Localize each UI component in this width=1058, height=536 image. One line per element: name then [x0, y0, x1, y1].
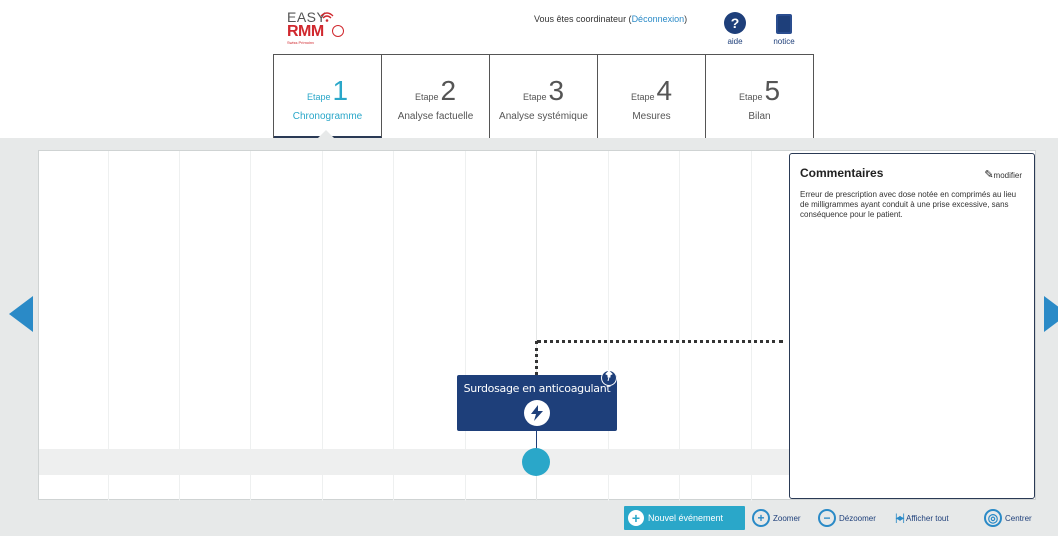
center-button[interactable]: ◎ Centrer — [984, 506, 1032, 530]
tab-etape-3[interactable]: Etape 3 Analyse systémique — [490, 55, 598, 139]
notice-button[interactable]: notice — [764, 12, 804, 46]
center-label: Centrer — [1005, 513, 1032, 523]
bottom-toolbar: + Nouvel événement + Zoomer − Dézoomer |… — [0, 506, 1058, 530]
comments-text: Erreur de prescription avec dose notée e… — [800, 190, 1017, 219]
tab-step-name: Mesures — [632, 111, 671, 122]
app-logo: EASY RMM Swiss Primoinv — [287, 10, 347, 50]
user-status-text: Vous êtes coordinateur ( — [534, 14, 632, 24]
lightning-glyph — [531, 405, 543, 421]
timeline-band — [39, 449, 789, 475]
fit-width-icon: |◂ ▸| — [895, 512, 905, 524]
tab-step-number: 5 — [764, 75, 781, 106]
book-icon — [776, 14, 792, 34]
tab-step-heading: Etape 1 — [274, 75, 381, 105]
tab-step-number: 1 — [332, 75, 349, 106]
tab-step-heading: Etape 3 — [490, 75, 597, 105]
tab-etape-2[interactable]: Etape 2 Analyse factuelle — [382, 55, 490, 139]
tab-step-number: 4 — [656, 75, 673, 106]
lightning-icon — [524, 400, 550, 426]
user-status-close: ) — [684, 14, 688, 24]
tab-step-name: Analyse systémique — [499, 111, 588, 122]
scroll-left-arrow-icon[interactable] — [9, 296, 33, 332]
comments-panel: Commentaires ✎modifier Erreur de prescri… — [789, 153, 1035, 499]
show-all-button[interactable]: |◂ ▸| Afficher tout — [895, 506, 949, 530]
new-event-button[interactable]: + Nouvel événement — [624, 506, 745, 530]
comment-connector-vertical — [535, 341, 538, 375]
target-icon: ◎ — [984, 509, 1002, 527]
chronogram-canvas[interactable]: Surdosage en anticoagulant Commentaires … — [38, 150, 1036, 501]
edit-label: modifier — [993, 171, 1022, 180]
new-event-label: Nouvel événement — [648, 513, 724, 523]
pin-glyph — [605, 370, 613, 382]
zoom-out-label: Dézoomer — [839, 513, 876, 523]
event-time-marker[interactable] — [522, 448, 550, 476]
tab-etape-4[interactable]: Etape 4 Mesures — [598, 55, 706, 139]
comment-connector — [537, 340, 783, 343]
logo-subtitle: Swiss Primoinv — [287, 40, 315, 45]
tab-step-word: Etape — [738, 92, 763, 102]
tab-step-name: Analyse factuelle — [397, 111, 474, 122]
zoom-in-button[interactable]: + Zoomer — [752, 506, 801, 530]
step-tabs: Etape 1 Chronogramme Etape 2 Analyse fac… — [273, 54, 814, 139]
tab-step-number: 3 — [548, 75, 565, 106]
tab-step-word: Etape — [306, 92, 331, 102]
user-status: Vous êtes coordinateur (Déconnexion) — [534, 14, 687, 24]
help-label: aide — [727, 37, 743, 46]
help-icon: ? — [724, 12, 746, 34]
tab-step-word: Etape — [522, 92, 547, 102]
tab-step-heading: Etape 5 — [706, 75, 813, 105]
tab-step-word: Etape — [630, 92, 655, 102]
scroll-right-arrow-icon[interactable] — [1044, 296, 1058, 332]
event-card[interactable]: Surdosage en anticoagulant — [457, 370, 617, 431]
logo-easy-text: EASY — [287, 9, 327, 25]
tab-step-name: Bilan — [748, 111, 771, 122]
tab-step-word: Etape — [414, 92, 439, 102]
logout-link[interactable]: Déconnexion — [632, 14, 685, 24]
tab-etape-5[interactable]: Etape 5 Bilan — [706, 55, 814, 139]
plus-icon: + — [628, 510, 644, 526]
show-all-label: Afficher tout — [906, 513, 949, 523]
zoom-out-button[interactable]: − Dézoomer — [818, 506, 876, 530]
edit-comments-button[interactable]: ✎modifier — [984, 168, 1022, 181]
help-button[interactable]: ? aide — [722, 12, 748, 46]
event-title: Surdosage en anticoagulant — [463, 382, 611, 395]
tab-step-heading: Etape 2 — [382, 75, 489, 105]
notice-label: notice — [773, 37, 795, 46]
pencil-icon: ✎ — [984, 169, 994, 181]
logo-timer-icon — [332, 25, 344, 37]
tab-step-name: Chronogramme — [292, 111, 363, 122]
tab-etape-1[interactable]: Etape 1 Chronogramme — [274, 55, 382, 139]
zoom-in-label: Zoomer — [773, 513, 801, 523]
tab-step-heading: Etape 4 — [598, 75, 705, 105]
main-area: Surdosage en anticoagulant Commentaires … — [0, 138, 1058, 536]
wifi-icon — [320, 12, 334, 22]
tab-step-number: 2 — [440, 75, 457, 106]
pin-icon[interactable] — [601, 370, 617, 386]
zoom-out-icon: − — [818, 509, 836, 527]
zoom-in-icon: + — [752, 509, 770, 527]
